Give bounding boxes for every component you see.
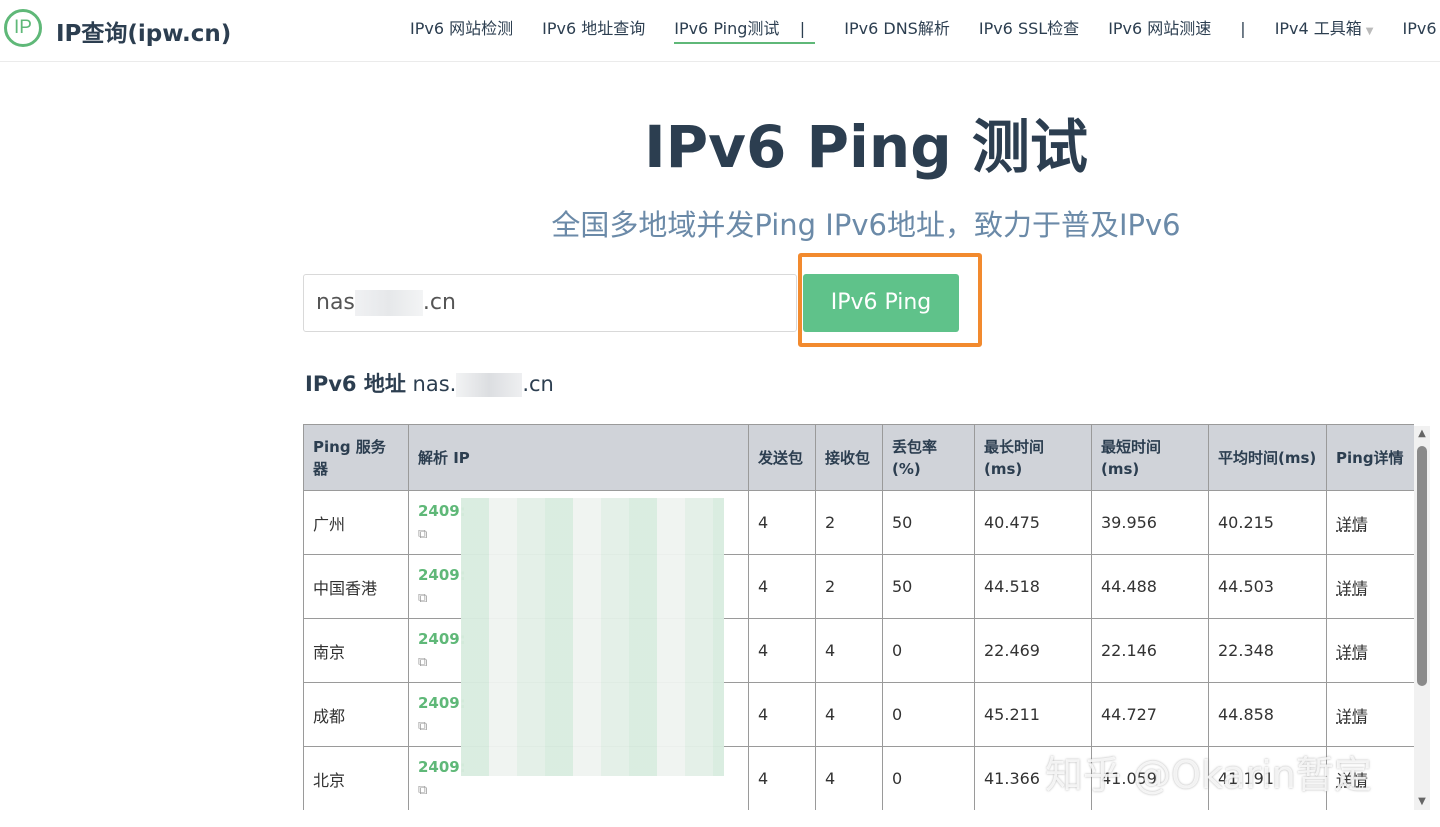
col-header-received: 接收包 — [815, 424, 883, 491]
ip-link[interactable]: 2409: — [418, 630, 466, 648]
cell-loss: 0 — [882, 618, 975, 683]
cell-min: 44.727 — [1091, 682, 1209, 747]
cell-max: 45.211 — [974, 682, 1092, 747]
nav-ipv4-toolbox[interactable]: IPv4 工具箱 ▼ — [1275, 17, 1374, 44]
cell-server: 中国香港 — [303, 554, 409, 619]
redacted-ip-mask — [461, 498, 724, 776]
cell-min: 22.146 — [1091, 618, 1209, 683]
cell-detail: 详情 — [1326, 682, 1414, 747]
cell-loss: 50 — [882, 490, 975, 555]
nav-ipv6-ssl[interactable]: IPv6 SSL检查 — [979, 17, 1079, 44]
cell-max: 44.518 — [974, 554, 1092, 619]
cell-received: 2 — [815, 490, 883, 555]
cell-avg: 40.215 — [1208, 490, 1327, 555]
cell-detail: 详情 — [1326, 490, 1414, 555]
page-subtitle: 全国多地域并发Ping IPv6地址，致力于普及IPv6 — [551, 208, 1181, 242]
cell-detail: 详情 — [1326, 618, 1414, 683]
nav-ipv6-ping-label: IPv6 Ping测试 — [674, 19, 780, 38]
result-address-label: IPv6 地址 nas. .cn — [305, 368, 554, 398]
input-value-prefix: nas — [316, 290, 355, 315]
cell-sent: 4 — [748, 746, 816, 810]
main-nav: IPv6 网站检测 IPv6 地址查询 IPv6 Ping测试 | IPv6 D… — [410, 17, 1440, 47]
ip-link[interactable]: 2409: — [418, 758, 466, 776]
cell-loss: 50 — [882, 554, 975, 619]
table-scrollbar[interactable]: ▲ ▼ — [1414, 426, 1430, 810]
ip-link[interactable]: 2409: — [418, 502, 466, 520]
cell-max: 40.475 — [974, 490, 1092, 555]
ipv6-ping-button[interactable]: IPv6 Ping — [803, 274, 959, 332]
cell-sent: 4 — [748, 618, 816, 683]
cell-min: 44.488 — [1091, 554, 1209, 619]
chevron-down-icon: ▼ — [1365, 26, 1374, 37]
detail-link[interactable]: 详情 — [1336, 515, 1368, 534]
col-header-avg: 平均时间(ms) — [1208, 424, 1327, 491]
result-host-prefix: nas. — [412, 372, 457, 396]
nav-ipv6-address-lookup[interactable]: IPv6 地址查询 — [542, 17, 645, 44]
nav-ipv6-dns[interactable]: IPv6 DNS解析 — [844, 17, 950, 44]
ip-link[interactable]: 2409: — [418, 566, 466, 584]
scroll-down-arrow-icon[interactable]: ▼ — [1414, 796, 1430, 808]
cell-sent: 4 — [748, 682, 816, 747]
external-link-icon[interactable]: ⧉ — [418, 591, 427, 606]
nav-ipv6-site-check[interactable]: IPv6 网站检测 — [410, 17, 513, 44]
cell-loss: 0 — [882, 682, 975, 747]
cell-avg: 22.348 — [1208, 618, 1327, 683]
site-logo-text[interactable]: IP查询(ipw.cn) — [56, 14, 231, 48]
page-title: IPv6 Ping 测试 — [644, 113, 1088, 181]
logo-icon[interactable]: IP — [4, 9, 42, 47]
redacted-mask — [456, 373, 523, 397]
cell-sent: 4 — [748, 554, 816, 619]
col-header-loss: 丢包率(%) — [882, 424, 975, 491]
watermark: 知乎 @Okarin暂定 — [1045, 753, 1372, 797]
cell-max: 22.469 — [974, 618, 1092, 683]
top-header: IP IP查询(ipw.cn) IPv6 网站检测 IPv6 地址查询 IPv6… — [0, 0, 1440, 62]
cell-avg: 44.858 — [1208, 682, 1327, 747]
table-header-row: Ping 服务器 解析 IP 发送包 接收包 丢包率(%) 最长时间(ms) 最… — [303, 424, 1414, 491]
external-link-icon[interactable]: ⧉ — [418, 719, 427, 734]
external-link-icon[interactable]: ⧉ — [418, 527, 427, 542]
col-header-detail: Ping详情 — [1326, 424, 1414, 491]
result-host-suffix: .cn — [522, 372, 554, 396]
detail-link[interactable]: 详情 — [1336, 579, 1368, 598]
nav-ipv6-ping-test[interactable]: IPv6 Ping测试 | — [674, 17, 816, 44]
col-header-ip: 解析 IP — [408, 424, 749, 491]
cell-avg: 44.503 — [1208, 554, 1327, 619]
input-value-suffix: .cn — [422, 290, 456, 315]
cell-received: 2 — [815, 554, 883, 619]
result-label-title: IPv6 地址 — [305, 372, 406, 396]
cell-loss: 0 — [882, 746, 975, 810]
scroll-up-arrow-icon[interactable]: ▲ — [1414, 428, 1430, 440]
redacted-mask — [354, 290, 423, 316]
nav-ipv4-toolbox-label: IPv4 工具箱 — [1274, 19, 1362, 38]
cell-server: 南京 — [303, 618, 409, 683]
external-link-icon[interactable]: ⧉ — [418, 655, 427, 670]
nav-ipv6-speed[interactable]: IPv6 网站测速 — [1108, 17, 1211, 44]
cell-server: 北京 — [303, 746, 409, 810]
cell-min: 39.956 — [1091, 490, 1209, 555]
col-header-server: Ping 服务器 — [303, 424, 409, 491]
nav-separator: | — [799, 19, 806, 38]
detail-link[interactable]: 详情 — [1336, 707, 1368, 726]
ip-link[interactable]: 2409: — [418, 694, 466, 712]
cell-detail: 详情 — [1326, 554, 1414, 619]
cell-server: 广州 — [303, 490, 409, 555]
scrollbar-thumb[interactable] — [1417, 446, 1427, 686]
col-header-min: 最短时间(ms) — [1091, 424, 1209, 491]
cell-received: 4 — [815, 618, 883, 683]
detail-link[interactable]: 详情 — [1336, 643, 1368, 662]
cell-received: 4 — [815, 682, 883, 747]
cell-received: 4 — [815, 746, 883, 810]
cell-server: 成都 — [303, 682, 409, 747]
nav-separator: | — [1240, 19, 1246, 38]
nav-ipv6-more[interactable]: IPv6 — [1403, 17, 1437, 44]
cell-sent: 4 — [748, 490, 816, 555]
col-header-sent: 发送包 — [748, 424, 816, 491]
external-link-icon[interactable]: ⧉ — [418, 783, 427, 798]
col-header-max: 最长时间(ms) — [974, 424, 1092, 491]
host-input[interactable]: nas .cn — [303, 274, 797, 332]
